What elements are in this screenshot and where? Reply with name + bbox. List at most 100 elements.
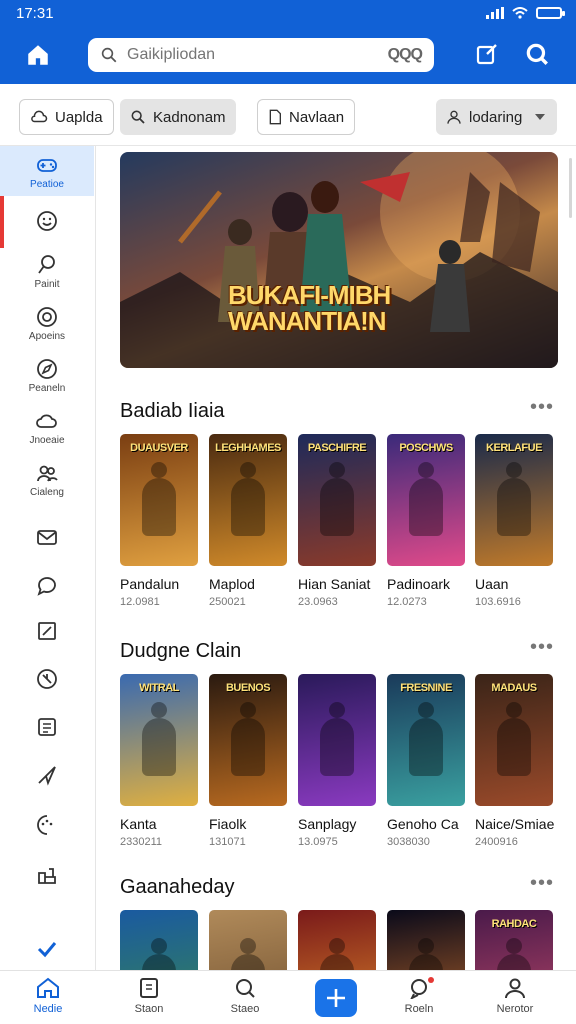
nav-label: Staon (134, 1003, 164, 1015)
sidebar-item-group[interactable]: Cialeng (0, 454, 94, 504)
filter-chip-update[interactable]: Uaplda (19, 99, 114, 135)
chevron-down-icon (535, 114, 546, 120)
section-title: Badiab Iiaia (120, 400, 225, 422)
sidebar-item-label: Peatioe (30, 178, 64, 190)
game-card[interactable] (387, 910, 465, 970)
nav-item-profile[interactable]: Nerotor (480, 977, 550, 1023)
filter-bar: Uaplda Kadnonam Navlaan lodaring (0, 84, 576, 146)
hero-title-line1: BUKAFI-MIBH (228, 280, 391, 310)
sidebar-item-compass[interactable]: Peaneln (0, 350, 94, 400)
edit-button[interactable] (472, 39, 502, 69)
poster-figure (142, 702, 176, 776)
game-card[interactable]: DUAUSVER Pandalun 12.0981 (120, 434, 198, 608)
game-poster: WITRAL (120, 674, 198, 806)
game-card[interactable]: LEGHHAMES Maplod 250021 (209, 434, 287, 608)
game-name: Padinoark (387, 576, 451, 592)
bell-icon (410, 979, 427, 999)
game-meta: 131071 (209, 836, 246, 848)
nav-label: Staeo (230, 1003, 260, 1015)
poster-figure (142, 462, 176, 536)
game-card[interactable]: MADAUS Naice/Smiae 2400916 (475, 674, 554, 848)
game-meta: 3038030 (387, 836, 430, 848)
game-card[interactable]: WITRAL Kanta 2330211 (120, 674, 198, 848)
filter-chip-new[interactable]: Navlaan (257, 99, 356, 135)
nav-item-notifications[interactable]: Roeln (384, 977, 454, 1023)
poster-title: POSCHWS (399, 442, 453, 454)
search-icon (236, 979, 255, 998)
search-bar[interactable]: QQQ (88, 38, 434, 72)
nav-item-library[interactable]: Staon (114, 977, 184, 1023)
game-card[interactable] (298, 910, 376, 970)
search-button[interactable] (522, 39, 552, 69)
game-card[interactable]: POSCHWS Padinoark 12.0273 (387, 434, 465, 608)
poster-title: BUENOS (225, 682, 271, 694)
search-input[interactable] (127, 46, 379, 64)
section-more-button[interactable]: ••• (530, 396, 554, 419)
game-name: Uaan (475, 576, 509, 592)
game-card[interactable]: FRESNINE Genoho Ca 3038030 (387, 674, 465, 848)
game-card[interactable] (120, 910, 198, 970)
grid-icon (38, 868, 56, 884)
sidebar-item-circle[interactable]: Apoeins (0, 298, 94, 348)
sidebar-item-smile[interactable] (0, 196, 94, 246)
home-button[interactable] (22, 39, 54, 71)
game-poster: DUAUSVER (120, 434, 198, 566)
game-card[interactable]: PASCHIFRE Hian Saniat 23.0963 (298, 434, 376, 608)
sidebar-item-clock[interactable] (0, 654, 94, 704)
hero-title-line2: WANANTIA!N (228, 306, 387, 336)
game-card[interactable] (209, 910, 287, 970)
poster-title: KERLAFUE (486, 442, 542, 454)
section-title: Gaanaheday (120, 876, 235, 898)
section-title: Dudgne Clain (120, 640, 242, 662)
game-card[interactable]: BUENOS Fiaolk 131071 (209, 674, 287, 848)
game-card[interactable]: Sanplagy 13.0975 (298, 674, 376, 848)
wifi-icon (512, 7, 528, 19)
sidebar-item-edit[interactable] (0, 606, 94, 656)
filter-chip-recommended[interactable]: Kadnonam (120, 99, 236, 135)
filter-chip-label: Navlaan (289, 108, 345, 126)
sidebar-item-list[interactable] (0, 702, 94, 752)
game-meta: 12.0273 (387, 596, 427, 608)
section-more-button[interactable]: ••• (530, 872, 554, 895)
hero-banner[interactable]: BUKAFI-MIBH WANANTIA!N (120, 152, 558, 368)
filter-dropdown-sort[interactable]: lodaring (436, 99, 557, 135)
scrollbar[interactable] (569, 158, 572, 218)
game-poster: PASCHIFRE (298, 434, 376, 566)
sidebar-item-chat[interactable] (0, 560, 94, 610)
filter-chip-label: Kadnonam (153, 108, 226, 126)
sidebar-item-label: Peaneln (28, 382, 66, 394)
add-button[interactable] (315, 979, 357, 1017)
sidebar-item-palette[interactable] (0, 800, 94, 850)
game-meta: 23.0963 (298, 596, 338, 608)
sidebar: Peatioe Painit Apoeins Peaneln Jnoeaie Cialen… (0, 146, 96, 970)
poster-title: WITRAL (139, 682, 179, 694)
poster-figure (320, 702, 354, 776)
game-meta: 250021 (209, 596, 246, 608)
sidebar-item-grid[interactable] (0, 850, 94, 900)
nav-item-home[interactable]: Nedie (13, 977, 83, 1023)
game-card[interactable]: KERLAFUE Uaan 103.6916 (475, 434, 553, 608)
sidebar-item-pin[interactable]: Painit (0, 246, 94, 296)
app-bar: QQQ (0, 26, 576, 84)
poster-figure (320, 938, 354, 970)
edit-icon (38, 622, 56, 640)
signal-icon (486, 7, 504, 19)
search-trailing-text: QQQ (387, 46, 423, 63)
nav-item-search[interactable]: Staeo (210, 977, 280, 1023)
sidebar-item-cloud[interactable]: Jnoeaie (0, 402, 94, 452)
game-name: Hian Saniat (298, 576, 371, 592)
sidebar-item-check[interactable] (0, 924, 94, 974)
game-poster: BUENOS (209, 674, 287, 806)
bottom-navigation: Nedie Staon Staeo Roeln Nerotor (0, 970, 576, 1024)
sidebar-item-gamepad[interactable]: Peatioe (0, 146, 94, 196)
game-poster: RAHDAC (475, 910, 553, 970)
game-meta: 12.0981 (120, 596, 160, 608)
nav-label: Nedie (33, 1003, 63, 1015)
section-more-button[interactable]: ••• (530, 636, 554, 659)
poster-figure (409, 938, 443, 970)
sidebar-item-envelope[interactable] (0, 512, 94, 562)
send-icon (38, 766, 56, 786)
sidebar-item-send[interactable] (0, 750, 94, 800)
app-root: 17:31 QQQ Uaplda Kadnonam (0, 0, 576, 1024)
game-card[interactable]: RAHDAC (475, 910, 553, 970)
